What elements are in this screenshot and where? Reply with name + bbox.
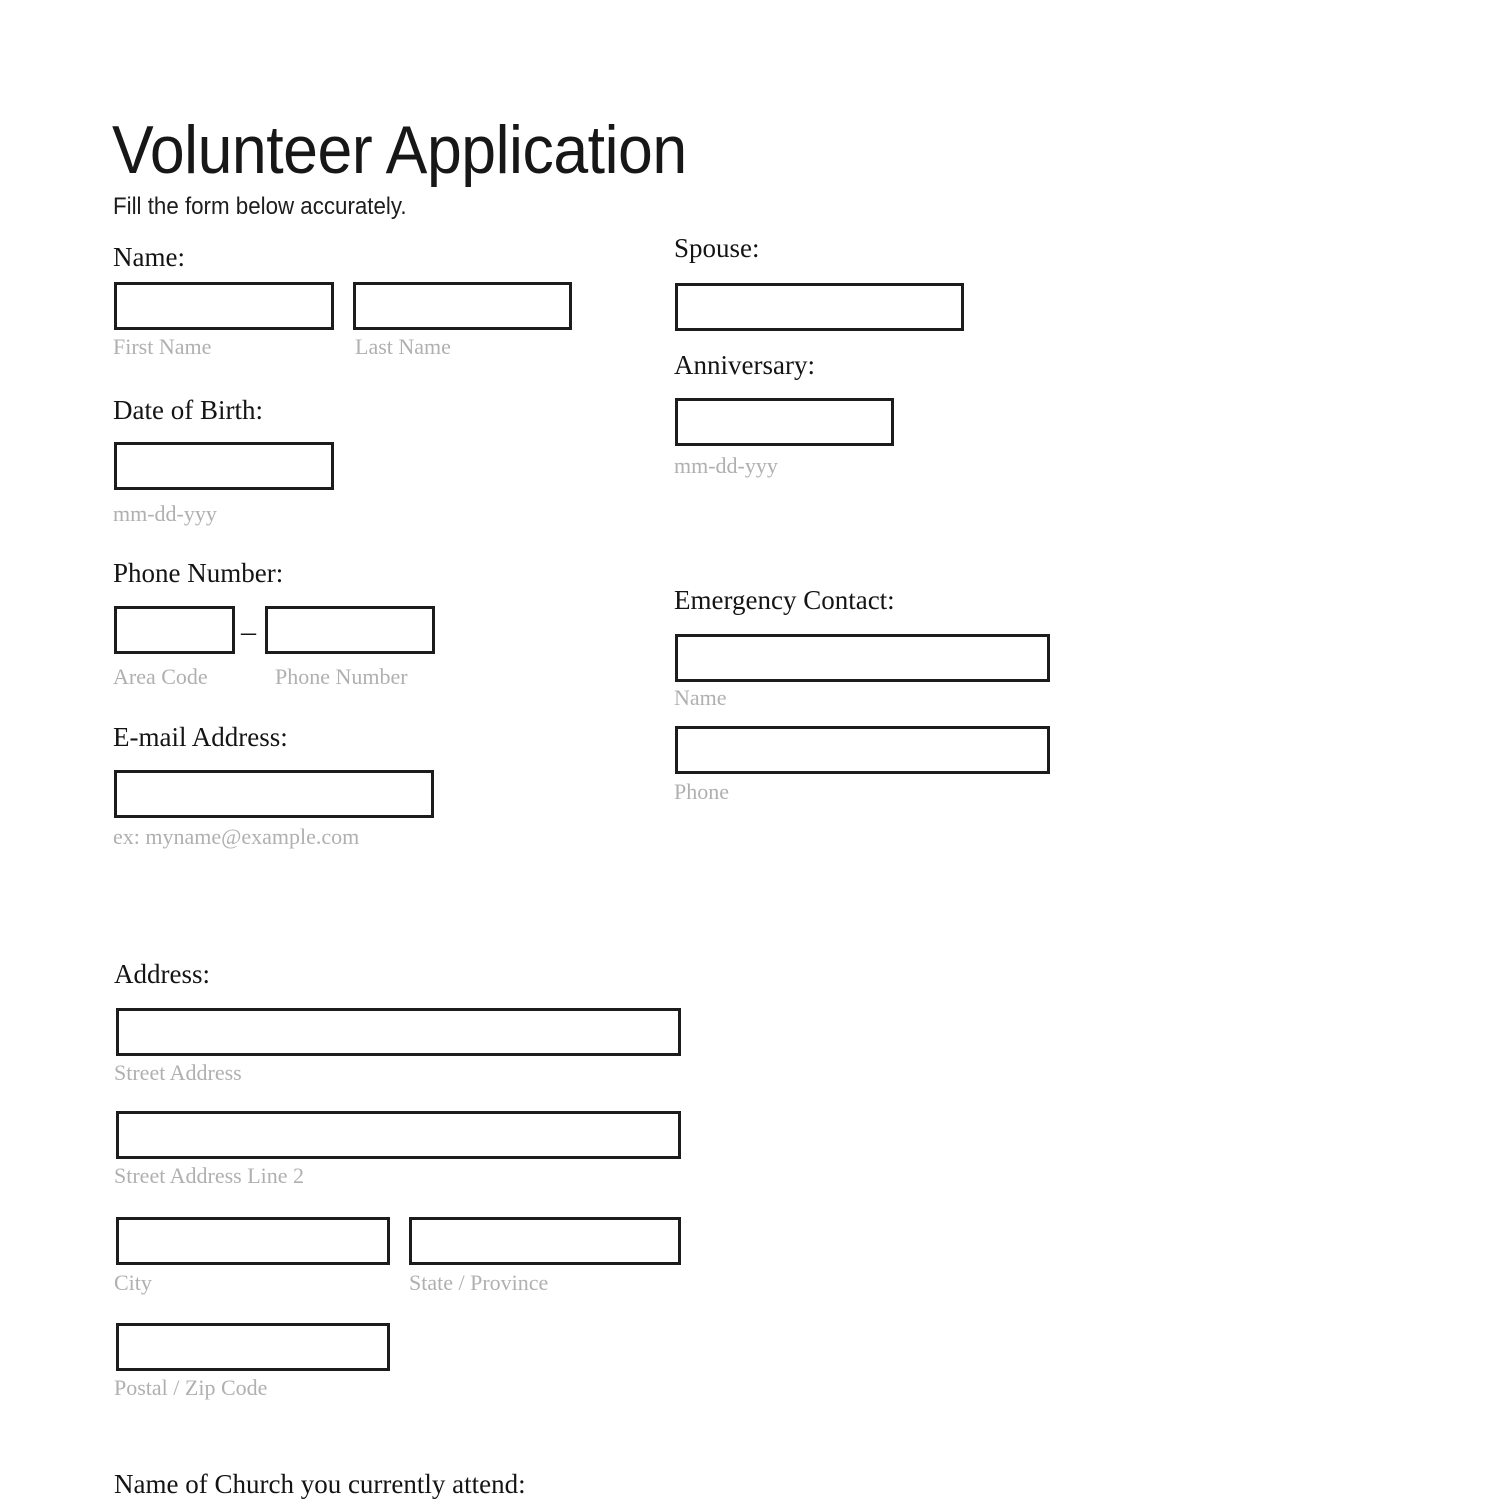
state-province-input[interactable]	[409, 1217, 681, 1265]
first-name-input[interactable]	[114, 282, 334, 330]
emergency-contact-name-input[interactable]	[675, 634, 1050, 682]
hint-phone-number: Phone Number	[275, 664, 408, 689]
label-church-name: Name of Church you currently attend:	[114, 1469, 526, 1499]
hint-last-name: Last Name	[355, 334, 451, 359]
label-phone-number: Phone Number:	[113, 558, 284, 588]
hint-state-province: State / Province	[409, 1270, 549, 1295]
street-address-input[interactable]	[116, 1008, 681, 1056]
email-input[interactable]	[114, 770, 434, 818]
label-email-address: E-mail Address:	[113, 722, 288, 752]
phone-number-input[interactable]	[265, 606, 435, 654]
label-emergency-contact: Emergency Contact:	[674, 585, 895, 615]
anniversary-input[interactable]	[675, 398, 894, 446]
phone-separator-dash: –	[241, 615, 256, 648]
label-date-of-birth: Date of Birth:	[113, 395, 263, 425]
hint-area-code: Area Code	[113, 664, 208, 689]
hint-email: ex: myname@example.com	[113, 824, 360, 849]
label-name: Name:	[113, 242, 185, 272]
hint-emergency-contact-phone: Phone	[674, 779, 729, 804]
label-address: Address:	[114, 959, 210, 989]
date-of-birth-input[interactable]	[114, 442, 334, 490]
label-spouse: Spouse:	[674, 233, 760, 263]
spouse-input[interactable]	[675, 283, 964, 331]
city-input[interactable]	[116, 1217, 390, 1265]
hint-first-name: First Name	[113, 334, 212, 359]
postal-zip-input[interactable]	[116, 1323, 390, 1371]
hint-street-address: Street Address	[114, 1060, 242, 1085]
emergency-contact-phone-input[interactable]	[675, 726, 1050, 774]
label-anniversary: Anniversary:	[674, 350, 815, 380]
volunteer-application-form: Volunteer Application Fill the form belo…	[0, 0, 1500, 1500]
street-address-2-input[interactable]	[116, 1111, 681, 1159]
hint-anniversary: mm-dd-yyy	[674, 453, 778, 478]
hint-city: City	[114, 1270, 152, 1295]
hint-date-of-birth: mm-dd-yyy	[113, 501, 217, 526]
phone-area-code-input[interactable]	[114, 606, 235, 654]
hint-postal-zip: Postal / Zip Code	[114, 1375, 268, 1400]
hint-emergency-contact-name: Name	[674, 685, 727, 710]
page-title: Volunteer Application	[112, 112, 687, 188]
hint-street-address-2: Street Address Line 2	[114, 1163, 305, 1188]
last-name-input[interactable]	[353, 282, 572, 330]
page-subtitle: Fill the form below accurately.	[113, 193, 407, 220]
